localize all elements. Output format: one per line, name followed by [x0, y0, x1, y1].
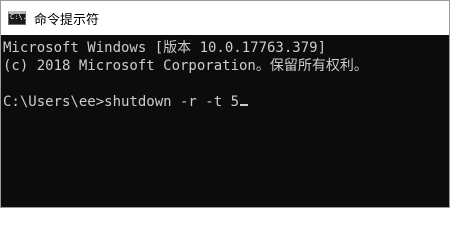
- console-line-copyright: (c) 2018 Microsoft Corporation。保留所有权利。: [3, 58, 368, 74]
- prompt-command-text: C:\Users\ee>shutdown -r -t 5: [3, 94, 240, 110]
- text-cursor: [240, 104, 249, 106]
- cmd-icon-text: C:\.: [10, 13, 27, 21]
- console-line-version: Microsoft Windows [版本 10.0.17763.379]: [3, 40, 327, 56]
- title-bar[interactable]: C:\. 命令提示符: [1, 1, 449, 35]
- window-title: 命令提示符: [34, 12, 100, 28]
- cmd-window: C:\. 命令提示符 Microsoft Windows [版本 10.0.17…: [0, 0, 450, 208]
- cmd-icon[interactable]: C:\.: [8, 11, 27, 25]
- console-output[interactable]: Microsoft Windows [版本 10.0.17763.379] (c…: [1, 35, 449, 207]
- console-line-prompt[interactable]: C:\Users\ee>shutdown -r -t 5: [3, 93, 449, 111]
